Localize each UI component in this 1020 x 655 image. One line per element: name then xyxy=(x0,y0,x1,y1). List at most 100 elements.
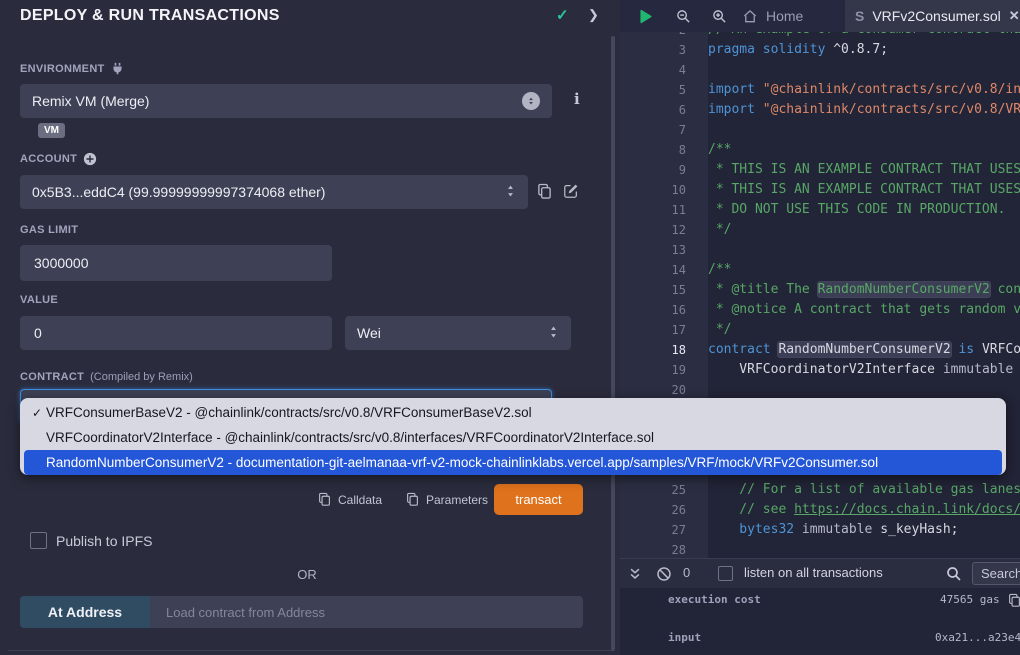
code-text: bytes32 immutable s_keyHash; xyxy=(708,520,958,540)
gas-limit-field xyxy=(20,245,332,281)
code-line[interactable]: 8/** xyxy=(620,140,1020,160)
run-play-icon[interactable] xyxy=(637,8,654,25)
line-number: 5 xyxy=(620,80,708,100)
code-line[interactable]: 6import "@chainlink/contracts/src/v0.8/V… xyxy=(620,100,1020,120)
value-input[interactable] xyxy=(32,324,320,342)
copy-icon[interactable] xyxy=(537,183,552,200)
environment-select[interactable]: Remix VM (Merge) xyxy=(20,84,552,118)
plus-circle-icon[interactable] xyxy=(83,152,97,166)
code-line[interactable]: 18contract RandomNumberConsumerV2 is VRF… xyxy=(620,340,1020,360)
search-icon[interactable] xyxy=(946,566,962,582)
vm-badge: VM xyxy=(38,123,65,138)
terminal-key: execution cost xyxy=(668,592,761,608)
gas-limit-input[interactable] xyxy=(32,254,320,272)
code-line[interactable]: 19 VRFCoordinatorV2Interface immutable C… xyxy=(620,360,1020,380)
code-text: * @notice A contract that gets random va… xyxy=(708,300,1020,320)
at-address-input[interactable] xyxy=(164,603,569,621)
up-down-arrows-icon[interactable] xyxy=(522,92,540,110)
code-editor[interactable]: 2// An example of a consumer contract th… xyxy=(620,32,1020,558)
terminal-output: execution cost47565 gasinput0xa21...a23e… xyxy=(620,588,1020,655)
value-unit-select[interactable]: Wei xyxy=(345,316,571,350)
line-number: 9 xyxy=(620,160,708,180)
calldata-button[interactable]: Calldata xyxy=(318,492,382,507)
code-line[interactable]: 27 bytes32 immutable s_keyHash; xyxy=(620,520,1020,540)
code-line[interactable]: 25 // For a list of available gas lanes, xyxy=(620,480,1020,500)
tab-vrfv2consumer[interactable]: S VRFv2Consumer.sol ✕ xyxy=(845,0,1020,32)
double-chevron-down-icon[interactable] xyxy=(628,567,642,581)
panel-scrollbar[interactable] xyxy=(611,36,615,651)
at-address-button[interactable]: At Address xyxy=(20,596,150,628)
edit-pencil-icon[interactable] xyxy=(563,183,579,199)
code-line[interactable]: 4 xyxy=(620,60,1020,80)
plug-icon xyxy=(111,62,124,75)
code-text: // see https://docs.chain.link/docs/vrf-… xyxy=(708,500,1020,520)
line-number: 14 xyxy=(620,260,708,280)
code-line[interactable]: 12 */ xyxy=(620,220,1020,240)
contract-dropdown-list: ✓VRFConsumerBaseV2 - @chainlink/contract… xyxy=(20,398,1006,475)
line-number: 6 xyxy=(620,100,708,120)
tab-filename: VRFv2Consumer.sol xyxy=(872,8,1000,24)
code-line[interactable]: 13 xyxy=(620,240,1020,260)
code-line[interactable]: 2// An example of a consumer contract th… xyxy=(620,32,1020,40)
code-text: * THIS IS AN EXAMPLE CONTRACT THAT USES … xyxy=(708,160,1020,180)
code-line[interactable]: 11 * DO NOT USE THIS CODE IN PRODUCTION. xyxy=(620,200,1020,220)
code-line[interactable]: 20 xyxy=(620,380,1020,400)
ban-icon[interactable] xyxy=(656,566,672,582)
status-check-icon: ✓ xyxy=(556,6,569,24)
code-text: * THIS IS AN EXAMPLE CONTRACT THAT USES … xyxy=(708,180,1020,200)
zoom-out-icon[interactable] xyxy=(676,9,691,24)
terminal-search-input[interactable] xyxy=(972,562,1020,585)
code-line[interactable]: 26 // see https://docs.chain.link/docs/v… xyxy=(620,500,1020,520)
line-number: 4 xyxy=(620,60,708,80)
copy-icon xyxy=(406,492,419,507)
code-line[interactable]: 16 * @notice A contract that gets random… xyxy=(620,300,1020,320)
line-number: 7 xyxy=(620,120,708,140)
code-line[interactable]: 3pragma solidity ^0.8.7; xyxy=(620,40,1020,60)
code-text: import "@chainlink/contracts/src/v0.8/VR… xyxy=(708,100,1020,120)
code-line[interactable]: 5import "@chainlink/contracts/src/v0.8/i… xyxy=(620,80,1020,100)
info-icon[interactable]: i xyxy=(574,90,580,108)
code-text: */ xyxy=(708,220,731,240)
code-line[interactable]: 7 xyxy=(620,120,1020,140)
code-line[interactable]: 17 */ xyxy=(620,320,1020,340)
contract-option[interactable]: VRFCoordinatorV2Interface - @chainlink/c… xyxy=(20,425,1006,450)
listen-all-checkbox[interactable] xyxy=(718,566,733,581)
line-number: 20 xyxy=(620,380,708,400)
code-text: /** xyxy=(708,140,731,160)
code-lines: 2// An example of a consumer contract th… xyxy=(620,32,1020,558)
account-select[interactable]: 0x5B3...eddC4 (99.99999999997374068 ethe… xyxy=(20,175,528,209)
account-label: ACCOUNT xyxy=(20,152,97,166)
chevron-right-icon[interactable]: ❯ xyxy=(588,7,599,23)
contract-option[interactable]: RandomNumberConsumerV2 - documentation-g… xyxy=(24,450,1002,475)
line-number: 18 xyxy=(620,340,708,360)
environment-label: ENVIRONMENT xyxy=(20,62,124,75)
contract-option[interactable]: ✓VRFConsumerBaseV2 - @chainlink/contract… xyxy=(20,400,1006,425)
tab-home[interactable]: Home xyxy=(728,0,817,32)
line-number: 3 xyxy=(620,40,708,60)
terminal-value: 47565 gas xyxy=(940,592,1000,608)
line-number: 12 xyxy=(620,220,708,240)
code-text: VRFCoordinatorV2Interface immutable COOR… xyxy=(708,360,1020,380)
parameters-button[interactable]: Parameters xyxy=(406,492,488,507)
code-line[interactable]: 28 xyxy=(620,540,1020,558)
terminal-value: 0xa21...a23e4 xyxy=(935,630,1020,646)
editor-tabbar: Home S VRFv2Consumer.sol ✕ xyxy=(620,0,1020,32)
line-number: 13 xyxy=(620,240,708,260)
copy-icon[interactable] xyxy=(1008,593,1020,608)
transact-button[interactable]: transact xyxy=(494,484,583,515)
up-down-arrows-icon xyxy=(548,325,559,342)
code-line[interactable]: 9 * THIS IS AN EXAMPLE CONTRACT THAT USE… xyxy=(620,160,1020,180)
line-number: 26 xyxy=(620,500,708,520)
code-line[interactable]: 15 * @title The RandomNumberConsumerV2 c… xyxy=(620,280,1020,300)
transaction-count: 0 xyxy=(683,565,690,580)
line-number: 19 xyxy=(620,360,708,380)
contract-label: CONTRACT (Compiled by Remix) xyxy=(20,371,193,383)
code-line[interactable]: 14/** xyxy=(620,260,1020,280)
at-address-field xyxy=(150,596,583,628)
page-title: DEPLOY & RUN TRANSACTIONS xyxy=(20,7,280,25)
zoom-in-icon[interactable] xyxy=(712,9,727,24)
code-line[interactable]: 10 * THIS IS AN EXAMPLE CONTRACT THAT US… xyxy=(620,180,1020,200)
close-icon[interactable]: ✕ xyxy=(1009,8,1020,24)
line-number: 15 xyxy=(620,280,708,300)
publish-ipfs-checkbox[interactable] xyxy=(30,532,47,549)
